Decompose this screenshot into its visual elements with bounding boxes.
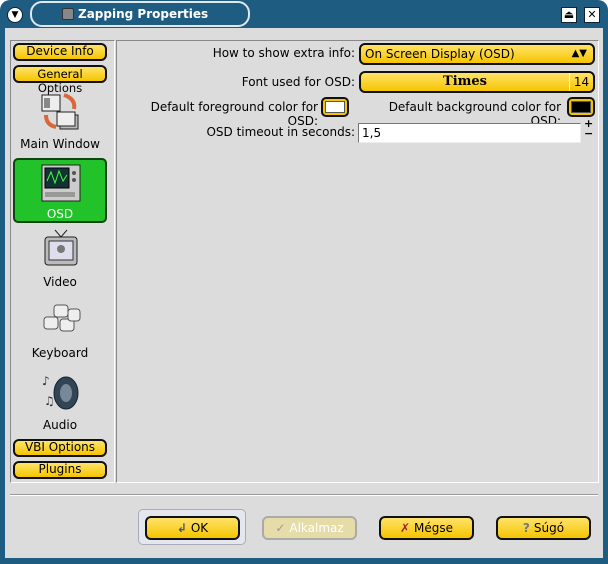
title-bar[interactable]: ▼ Zapping Properties ⏏ ✕ xyxy=(0,0,608,28)
apply-button[interactable]: ✓ Alkalmaz xyxy=(262,516,357,540)
main-window-icon xyxy=(41,93,79,130)
sidebar: Device Info General Options Main Window … xyxy=(10,40,115,483)
tv-icon xyxy=(44,229,78,266)
cancel-button[interactable]: ✗ Mégse xyxy=(379,516,474,540)
sidebar-item-label: Main Window xyxy=(20,137,100,151)
window-menu-button[interactable]: ▼ xyxy=(7,7,23,23)
decrement-icon[interactable]: − xyxy=(584,128,593,139)
bg-color-swatch xyxy=(571,101,591,113)
extra-info-label: How to show extra info: xyxy=(212,46,355,60)
separator xyxy=(10,494,598,496)
title-tab: Zapping Properties xyxy=(30,1,250,27)
fg-color-button[interactable] xyxy=(321,97,349,117)
speaker-icon: ♪♫ xyxy=(42,374,79,410)
sidebar-item-label: Video xyxy=(43,275,77,289)
sidebar-group-general-options[interactable]: General Options xyxy=(13,65,107,95)
chevron-down-icon: ▼ xyxy=(11,10,19,20)
shade-button[interactable]: ⏏ xyxy=(561,7,577,23)
sidebar-item-audio[interactable]: ♪ ♫ Audio xyxy=(13,371,107,437)
svg-text:♪: ♪ xyxy=(42,374,50,388)
x-icon: ✗ xyxy=(399,521,411,535)
sidebar-group-plugins[interactable]: Plugins xyxy=(13,461,107,479)
font-picker-button[interactable]: Times 14 xyxy=(359,71,595,93)
font-size: 14 xyxy=(569,73,593,91)
updown-arrows-icon: ▲▼ xyxy=(571,48,587,59)
question-icon: ? xyxy=(522,521,530,535)
osd-settings-panel: How to show extra info: On Screen Displa… xyxy=(116,40,599,483)
font-label: Font used for OSD: xyxy=(241,75,355,89)
cancel-label: Mégse xyxy=(414,521,454,535)
fg-color-label: Default foreground color for OSD: xyxy=(150,100,318,128)
help-button[interactable]: ? Súgó xyxy=(496,516,591,540)
bg-color-button[interactable] xyxy=(567,97,595,117)
timeout-spinner[interactable]: + − xyxy=(584,118,593,139)
check-icon: ✓ xyxy=(275,521,286,535)
sidebar-item-keyboard[interactable]: Keyboard xyxy=(13,299,107,365)
fg-color-swatch xyxy=(325,101,345,113)
ok-label: OK xyxy=(190,521,209,535)
font-name: Times xyxy=(443,74,487,89)
app-icon xyxy=(62,8,74,20)
window: ▼ Zapping Properties ⏏ ✕ Device Info Gen… xyxy=(0,0,608,564)
ok-button[interactable]: ↲ OK xyxy=(145,516,240,540)
extra-info-select[interactable]: On Screen Display (OSD) ▲▼ xyxy=(359,43,595,65)
sidebar-item-main-window[interactable]: Main Window xyxy=(13,89,107,155)
close-button[interactable]: ✕ xyxy=(584,7,600,23)
sidebar-item-osd[interactable]: OSD xyxy=(13,158,107,223)
window-title: Zapping Properties xyxy=(78,7,209,21)
osd-icon xyxy=(41,164,81,202)
sidebar-item-video[interactable]: Video xyxy=(13,228,107,294)
apply-label: Alkalmaz xyxy=(289,521,344,535)
keyboard-icon xyxy=(43,304,81,332)
svg-text:♫: ♫ xyxy=(44,394,55,408)
eject-icon: ⏏ xyxy=(563,8,575,21)
close-icon: ✕ xyxy=(587,8,597,21)
sidebar-item-label: Audio xyxy=(42,418,78,432)
sidebar-group-vbi-options[interactable]: VBI Options xyxy=(13,439,107,457)
sidebar-item-label: Keyboard xyxy=(31,346,89,360)
sidebar-group-device-info[interactable]: Device Info xyxy=(13,43,107,61)
timeout-input[interactable]: 1,5 xyxy=(358,123,581,143)
extra-info-value: On Screen Display (OSD) xyxy=(365,47,515,61)
help-label: Súgó xyxy=(533,521,565,535)
dialog-body: Device Info General Options Main Window … xyxy=(5,28,603,558)
sidebar-item-label: OSD xyxy=(46,207,74,221)
ok-arrow-icon: ↲ xyxy=(176,521,187,535)
timeout-label: OSD timeout in seconds: xyxy=(206,125,355,139)
